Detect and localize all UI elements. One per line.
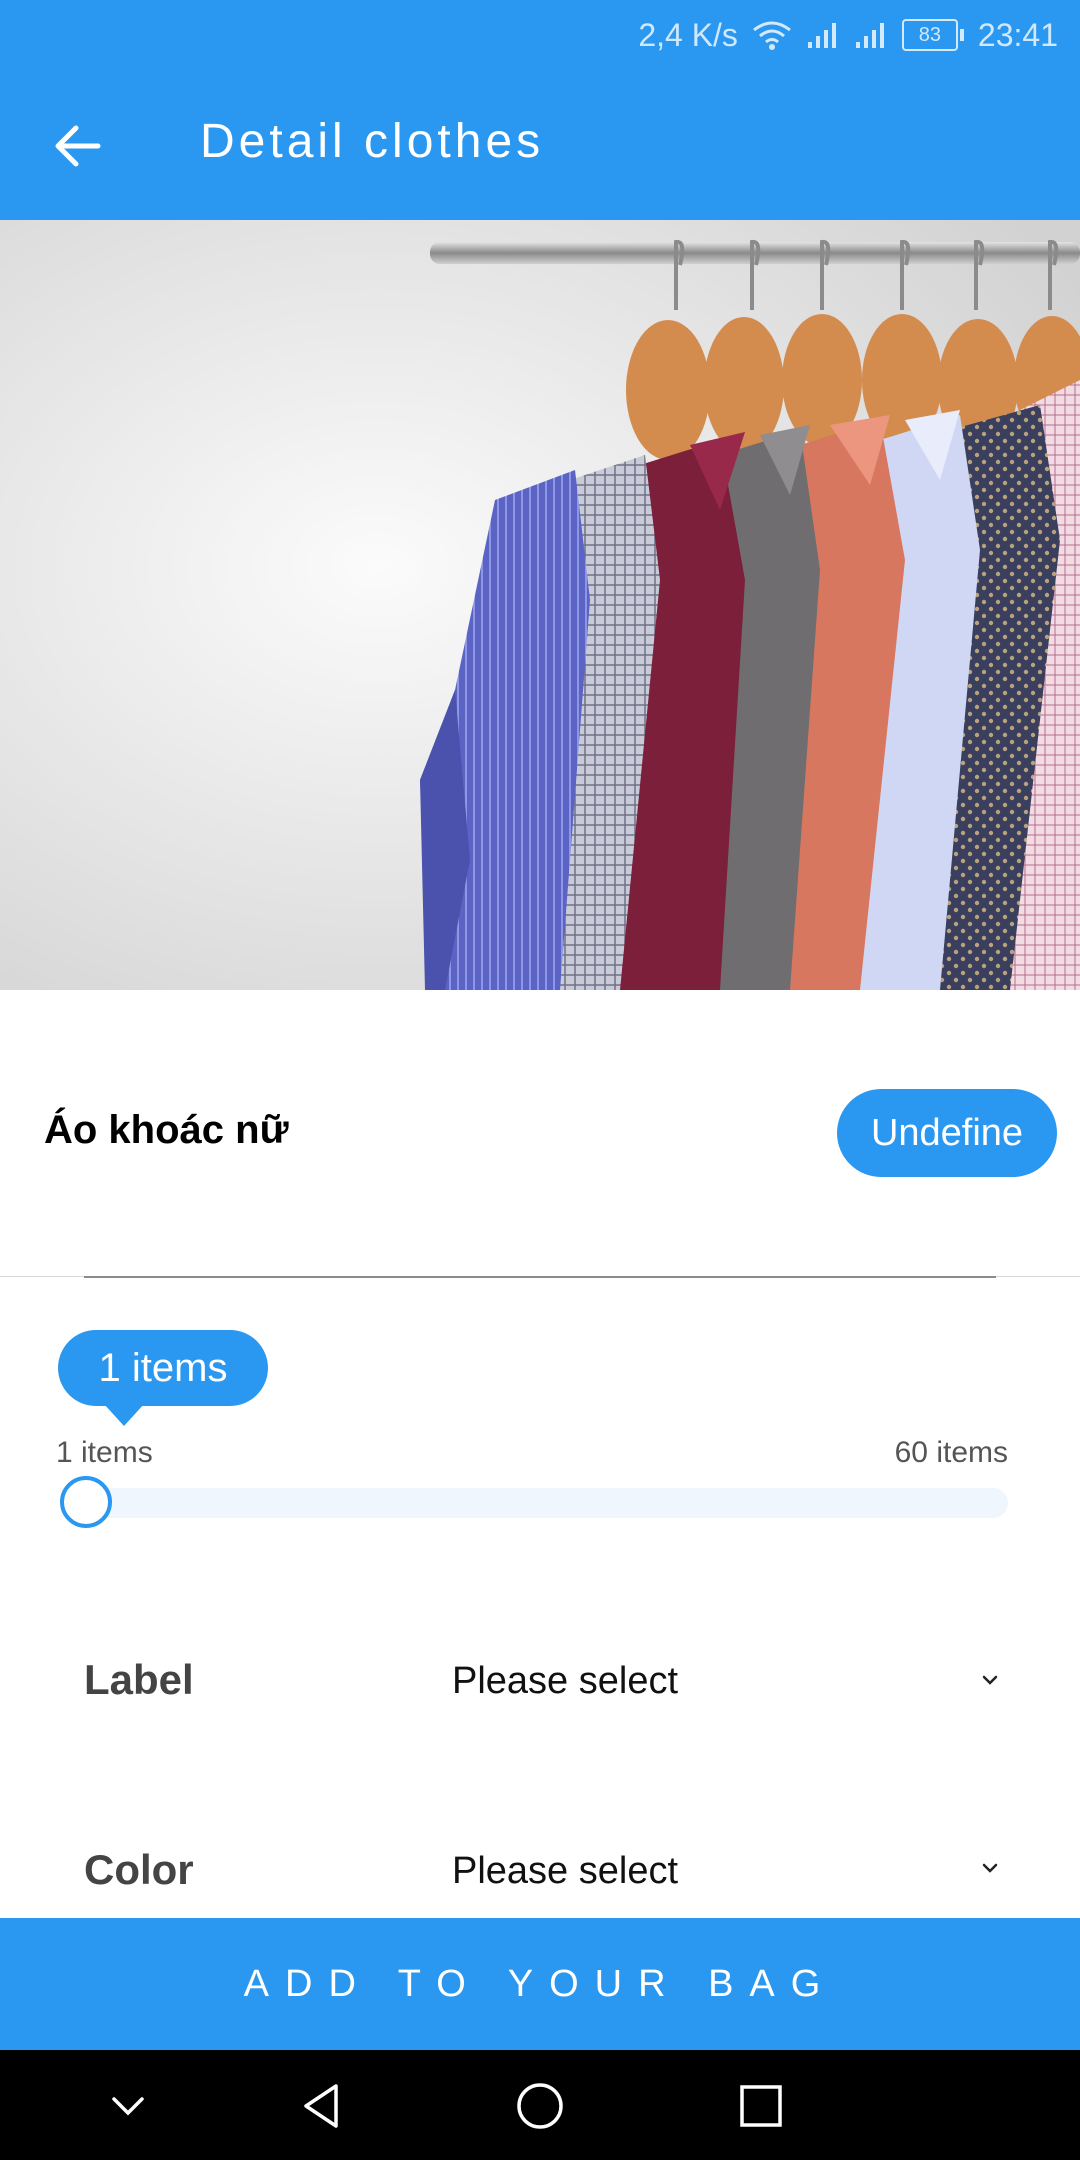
color-select-value[interactable]: Please select bbox=[452, 1850, 678, 1893]
add-to-bag-button[interactable]: ADD TO YOUR BAG bbox=[0, 1918, 1080, 2050]
label-select-value[interactable]: Please select bbox=[452, 1660, 678, 1703]
product-name: Áo khoác nữ bbox=[44, 1108, 289, 1152]
chevron-down-icon[interactable] bbox=[978, 1856, 1002, 1880]
slider-max-label: 60 items bbox=[894, 1436, 1008, 1469]
slider-value-tooltip: 1 items bbox=[58, 1330, 268, 1406]
system-navigation-bar bbox=[0, 2050, 1080, 2160]
battery-level: 83 bbox=[918, 23, 942, 46]
signal-icon bbox=[855, 23, 884, 48]
label-field-label: Label bbox=[84, 1656, 194, 1703]
divider bbox=[84, 1276, 996, 1278]
triangle-back-icon[interactable] bbox=[296, 2080, 348, 2132]
square-recent-icon[interactable] bbox=[737, 2082, 785, 2130]
signal-icon bbox=[807, 23, 836, 48]
network-speed: 2,4 K/s bbox=[638, 16, 738, 53]
quantity-slider-thumb[interactable] bbox=[60, 1476, 112, 1528]
quantity-slider-track[interactable] bbox=[60, 1488, 1008, 1518]
status-icons: 2,4 K/s 83 23:41 bbox=[638, 14, 1058, 56]
circle-home-icon[interactable] bbox=[514, 2080, 566, 2132]
category-badge[interactable]: Undefine bbox=[837, 1089, 1057, 1177]
page-title: Detail clothes bbox=[200, 115, 545, 168]
color-field-label: Color bbox=[84, 1846, 194, 1893]
label-select-row[interactable]: Label Please select bbox=[0, 1630, 1080, 1730]
status-bar: 2,4 K/s 83 23:41 bbox=[0, 0, 1080, 70]
app-bar: Detail clothes bbox=[0, 70, 1080, 220]
clock: 23:41 bbox=[977, 16, 1058, 53]
chevron-down-icon[interactable] bbox=[106, 2084, 150, 2128]
arrow-left-icon[interactable] bbox=[50, 118, 106, 174]
wifi-icon bbox=[753, 21, 791, 50]
tooltip-pointer bbox=[104, 1404, 144, 1426]
battery-icon: 83 bbox=[901, 19, 964, 51]
color-select-row[interactable]: Color Please select bbox=[0, 1822, 1080, 1918]
product-image bbox=[0, 220, 1080, 990]
slider-min-label: 1 items bbox=[56, 1436, 153, 1469]
chevron-down-icon[interactable] bbox=[978, 1668, 1002, 1692]
